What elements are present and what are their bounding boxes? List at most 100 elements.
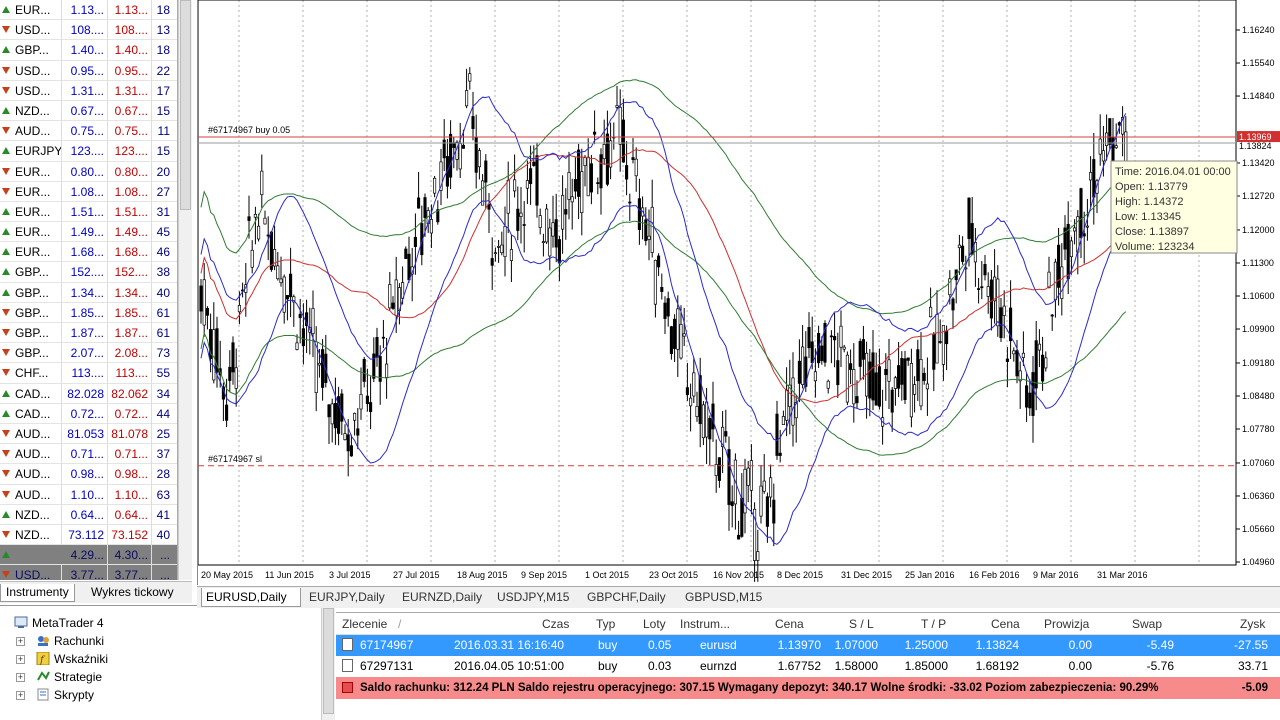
- strategies-label: Strategie: [54, 670, 103, 684]
- ask-price: 0.71...: [108, 444, 152, 465]
- header-price[interactable]: Cena: [775, 613, 804, 635]
- spread: 15: [156, 144, 170, 159]
- symbol-row[interactable]: 4.29... 4.30... ...: [0, 545, 177, 566]
- order-row[interactable]: 67297131 2016.04.05 10:51:00 buy 0.03 eu…: [336, 656, 1280, 677]
- spread: 40: [156, 527, 170, 542]
- order-open-price: 1.13970: [777, 638, 821, 652]
- symbol-name: AUD...: [0, 121, 62, 142]
- header-commission[interactable]: Prowizja: [1044, 613, 1089, 635]
- ask-price: 4.30...: [108, 545, 152, 566]
- spread: 38: [156, 265, 170, 280]
- symbol-row[interactable]: CAD... 82.028 82.062 34: [0, 383, 177, 404]
- candle-body: [1060, 266, 1064, 299]
- bid-price: 2.07...: [62, 343, 108, 364]
- spread: 61: [156, 326, 170, 340]
- symbol-row[interactable]: AUD... 0.75... 0.75... 11: [0, 121, 177, 142]
- symbol-name: USD...: [0, 565, 62, 580]
- chart-tab-eurnzd-daily[interactable]: EURNZD,Daily: [402, 588, 482, 607]
- expand-icon[interactable]: +: [16, 637, 25, 646]
- symbol-row[interactable]: AUD... 81.053 81.078 25: [0, 423, 177, 445]
- candle-body: [951, 298, 955, 311]
- symbol-row[interactable]: EURJPY 123.... 123.... 15: [0, 141, 177, 162]
- header-profit[interactable]: Zysk: [1240, 613, 1265, 635]
- candle-body: [977, 288, 981, 290]
- chart-tab-eurusd-daily[interactable]: EURUSD,Daily: [201, 588, 301, 607]
- price-tick-label: 1.15540: [1242, 58, 1275, 68]
- expand-icon[interactable]: +: [16, 673, 25, 682]
- header-lots[interactable]: Loty: [643, 613, 666, 635]
- chart-tab-gbpchf-daily[interactable]: GBPCHF,Daily: [587, 588, 666, 607]
- tab-instruments[interactable]: Instrumenty: [0, 584, 75, 602]
- chart-tab-eurjpy-daily[interactable]: EURJPY,Daily: [309, 588, 385, 607]
- navigator-root[interactable]: MetaTrader 4: [14, 614, 104, 632]
- scrollbar-thumb[interactable]: [323, 608, 334, 714]
- candle-body: [1089, 172, 1093, 181]
- symbol-row[interactable]: CAD... 0.72... 0.72... 44: [0, 403, 177, 424]
- header-symbol[interactable]: Instrum...: [680, 613, 730, 635]
- spread: 44: [156, 406, 170, 421]
- symbol-row[interactable]: GBP... 152.... 152.... 38: [0, 262, 177, 283]
- candle-body: [695, 406, 699, 417]
- symbol-row[interactable]: USD... 108.... 108.... 13: [0, 20, 177, 41]
- header-time[interactable]: Czas: [542, 613, 569, 635]
- order-row[interactable]: 67174967 2016.03.31 16:16:40 buy 0.05 eu…: [336, 635, 1280, 656]
- bid-price: 1.87...: [62, 323, 108, 343]
- chart-canvas[interactable]: 1.16240 1.15540 1.14840 1.13420 1.12720 1.120…: [197, 0, 1280, 585]
- bid-price: 0.98...: [62, 464, 108, 485]
- header-swap[interactable]: Swap: [1132, 613, 1162, 635]
- spread: 15: [156, 103, 170, 118]
- order-take-profit: 1.85000: [904, 659, 948, 673]
- candle-body: [250, 249, 254, 268]
- header-sl[interactable]: S / L: [849, 613, 874, 635]
- symbol-row[interactable]: GBP... 1.34... 1.34... 40: [0, 282, 177, 303]
- candle-body: [685, 387, 689, 395]
- expand-icon[interactable]: +: [16, 655, 25, 664]
- symbol-row[interactable]: EUR... 1.51... 1.51... 31: [0, 201, 177, 223]
- symbol-row[interactable]: AUD... 1.10... 1.10... 63: [0, 484, 177, 505]
- header-type[interactable]: Typ: [596, 613, 615, 635]
- symbol-row[interactable]: GBP... 1.87... 1.87... 61: [0, 323, 177, 344]
- symbol-row[interactable]: EUR... 1.13... 1.13... 18: [0, 0, 177, 21]
- symbol-row[interactable]: NZD... 0.67... 0.67... 15: [0, 100, 177, 122]
- market-watch-panel: EUR... 1.13... 1.13... 18 USD... 108....…: [0, 0, 178, 580]
- candle-body: [570, 196, 574, 203]
- ask-price: 3.77...: [108, 565, 152, 580]
- candle-body: [653, 259, 657, 305]
- price-chart[interactable]: 1.16240 1.15540 1.14840 1.13420 1.12720 1.120…: [197, 0, 1280, 585]
- expand-icon[interactable]: +: [16, 691, 25, 700]
- symbol-row[interactable]: GBP... 1.40... 1.40... 18: [0, 40, 177, 61]
- symbol-row[interactable]: EUR... 0.80... 0.80... 20: [0, 161, 177, 182]
- symbol-row[interactable]: USD... 3.77... 3.77... ...: [0, 565, 177, 580]
- bid-price: 1.68...: [62, 242, 108, 263]
- bid-price: 1.51...: [62, 201, 108, 222]
- candle-body: [279, 278, 283, 284]
- bid-price: 113....: [62, 363, 108, 384]
- chart-tab-gbpusd-m15[interactable]: GBPUSD,M15: [685, 588, 762, 607]
- header-tp[interactable]: T / P: [921, 613, 946, 635]
- symbol-row[interactable]: EUR... 1.49... 1.49... 45: [0, 222, 177, 243]
- symbol-row[interactable]: CHF... 113.... 113.... 55: [0, 363, 177, 384]
- envelope-blue-lower: [200, 199, 1127, 545]
- candle-body: [746, 467, 750, 486]
- header-current-price[interactable]: Cena: [991, 613, 1020, 635]
- candle-body: [314, 341, 318, 393]
- scrollbar-thumb[interactable]: [180, 0, 191, 210]
- header-order[interactable]: Zlecenie: [342, 613, 387, 635]
- symbol-row[interactable]: AUD... 0.98... 0.98... 28: [0, 464, 177, 485]
- symbol-row[interactable]: GBP... 1.85... 1.85... 61: [0, 302, 177, 323]
- symbol-row[interactable]: EUR... 1.08... 1.08... 27: [0, 181, 177, 202]
- symbol-row[interactable]: GBP... 2.07... 2.08... 73: [0, 343, 177, 364]
- chart-tab-usdjpy-m15[interactable]: USDJPY,M15: [497, 588, 569, 607]
- symbol-row[interactable]: NZD... 73.112 73.152 40: [0, 524, 177, 546]
- candle-body: [474, 136, 478, 173]
- symbol-row[interactable]: NZD... 0.64... 0.64... 41: [0, 504, 177, 525]
- market-watch-scrollbar[interactable]: [178, 0, 192, 580]
- symbol-row[interactable]: USD... 0.95... 0.95... 22: [0, 60, 177, 81]
- navigator-scrollbar[interactable]: [321, 606, 335, 720]
- symbol-row[interactable]: EUR... 1.68... 1.68... 46: [0, 242, 177, 263]
- tab-tick-chart[interactable]: Wykres tickowy: [86, 584, 179, 602]
- candle-body: [887, 359, 891, 382]
- symbol-row[interactable]: AUD... 0.71... 0.71... 37: [0, 444, 177, 465]
- bid-price: 0.67...: [62, 100, 108, 121]
- symbol-row[interactable]: USD... 1.31... 1.31... 17: [0, 80, 177, 101]
